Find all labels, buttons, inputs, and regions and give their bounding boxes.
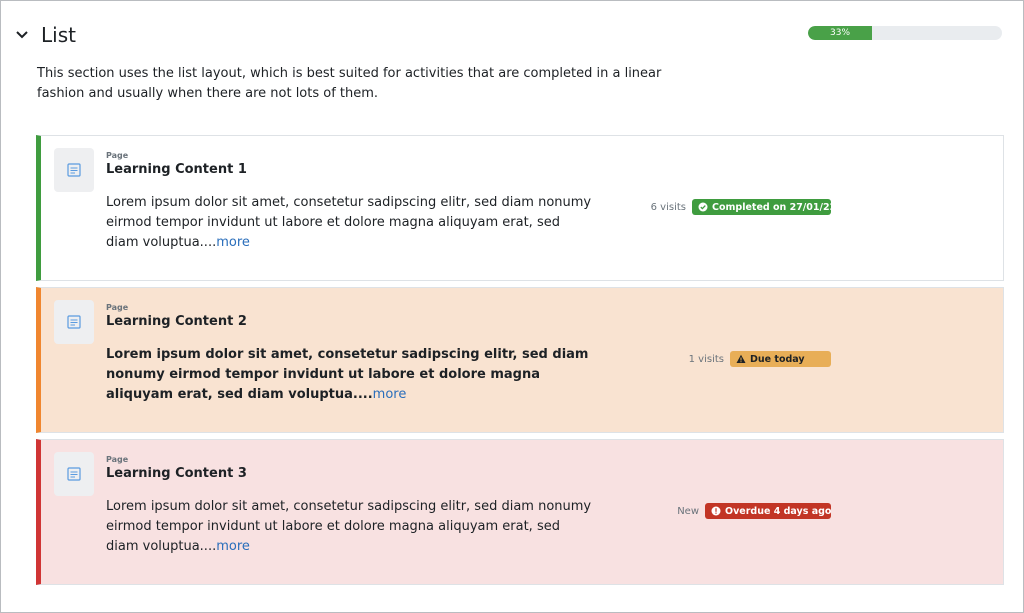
activity-status: 1 visits Due today <box>689 351 831 367</box>
exclamation-circle-icon <box>711 506 721 516</box>
completion-badge-label: Completed on 27/01/22 <box>712 201 837 213</box>
chevron-down-icon[interactable] <box>15 28 29 42</box>
activity-description: Lorem ipsum dolor sit amet, consetetur s… <box>106 193 596 253</box>
page-icon[interactable] <box>54 300 94 344</box>
page-icon[interactable] <box>54 148 94 192</box>
section-header: List <box>15 21 76 49</box>
activity-description: Lorem ipsum dolor sit amet, consetetur s… <box>106 345 596 405</box>
activity-name-link[interactable]: Learning Content 1 <box>106 162 247 177</box>
check-circle-icon <box>698 202 708 212</box>
activity-name-link[interactable]: Learning Content 3 <box>106 466 247 481</box>
page-icon[interactable] <box>54 452 94 496</box>
activity-status: New Overdue 4 days ago <box>677 503 831 519</box>
warning-icon <box>736 354 746 364</box>
activity-description-text: Lorem ipsum dolor sit amet, consetetur s… <box>106 195 592 250</box>
activity-item: Page Learning Content 1 Lorem ipsum dolo… <box>36 135 1004 281</box>
overdue-badge: Overdue 4 days ago <box>705 503 831 519</box>
course-section: List 33% This section uses the list layo… <box>0 0 1024 613</box>
activity-status: 6 visits Completed on 27/01/22 <box>650 199 836 215</box>
section-summary: This section uses the list layout, which… <box>37 66 662 101</box>
due-badge-label: Due today <box>750 353 805 365</box>
section-progress-bar: 33% <box>808 26 1002 40</box>
activity-description-text: Lorem ipsum dolor sit amet, consetetur s… <box>106 347 589 402</box>
section-title[interactable]: List <box>41 23 76 47</box>
activity-name-link[interactable]: Learning Content 2 <box>106 314 247 329</box>
overdue-badge-label: Overdue 4 days ago <box>725 505 832 517</box>
completion-badge: Completed on 27/01/22 <box>692 199 836 215</box>
more-link[interactable]: more <box>216 235 250 250</box>
more-link[interactable]: more <box>216 539 250 554</box>
new-label: New <box>677 505 699 517</box>
activity-description: Lorem ipsum dolor sit amet, consetetur s… <box>106 497 596 557</box>
progress-label: 33% <box>830 28 851 38</box>
activity-description-text: Lorem ipsum dolor sit amet, consetetur s… <box>106 499 592 554</box>
activity-type: Page <box>106 303 129 312</box>
activity-item: Page Learning Content 2 Lorem ipsum dolo… <box>36 287 1004 433</box>
progress-fill: 33% <box>808 26 873 40</box>
activity-item: Page Learning Content 3 Lorem ipsum dolo… <box>36 439 1004 585</box>
due-badge: Due today <box>730 351 831 367</box>
activity-type: Page <box>106 455 129 464</box>
activity-type: Page <box>106 151 129 160</box>
more-link[interactable]: more <box>373 387 407 402</box>
visit-count: 1 visits <box>688 353 724 365</box>
visit-count: 6 visits <box>650 201 686 213</box>
